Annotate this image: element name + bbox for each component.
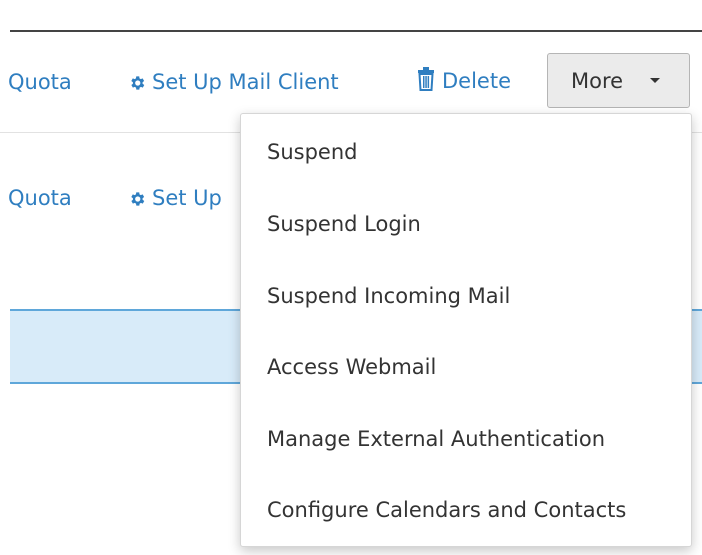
- quota-link-row2[interactable]: Quota: [8, 185, 72, 211]
- gear-icon: [128, 188, 146, 214]
- more-label: More: [571, 68, 624, 93]
- menu-item-suspend[interactable]: Suspend: [241, 122, 691, 182]
- setup-mail-client-label: Set Up Mail Client: [152, 70, 339, 94]
- quota-link[interactable]: Quota: [8, 69, 72, 95]
- menu-item-configure-calendars-and-contacts[interactable]: Configure Calendars and Contacts: [241, 480, 691, 540]
- delete-label: Delete: [442, 69, 511, 93]
- menu-item-access-webmail[interactable]: Access Webmail: [241, 337, 691, 397]
- more-dropdown-menu: Suspend Suspend Login Suspend Incoming M…: [240, 113, 692, 547]
- setup-label-row2: Set Up: [152, 186, 222, 210]
- gear-icon: [128, 72, 146, 98]
- trash-icon: [416, 67, 436, 97]
- caret-down-icon: [650, 78, 661, 83]
- more-button[interactable]: More: [547, 53, 690, 108]
- top-area: [0, 0, 702, 30]
- menu-item-manage-external-authentication[interactable]: Manage External Authentication: [241, 409, 691, 469]
- setup-mail-client-link[interactable]: Set Up Mail Client: [128, 69, 339, 98]
- menu-item-suspend-login[interactable]: Suspend Login: [241, 194, 691, 254]
- delete-link[interactable]: Delete: [416, 67, 511, 97]
- setup-link-row2[interactable]: Set Up: [128, 185, 222, 214]
- menu-item-suspend-incoming-mail[interactable]: Suspend Incoming Mail: [241, 266, 691, 326]
